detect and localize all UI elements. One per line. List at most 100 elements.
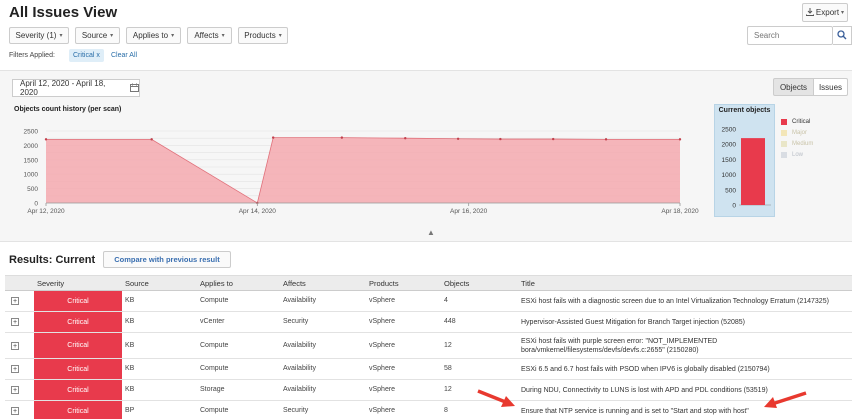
calendar-icon xyxy=(130,83,139,94)
legend-item[interactable]: Medium xyxy=(781,139,813,148)
x-tick-label: Apr 14, 2020 xyxy=(239,208,277,215)
data-point xyxy=(44,138,48,141)
cell-title[interactable]: ESXi host fails with purple screen error… xyxy=(521,337,717,355)
data-point xyxy=(404,137,407,140)
cell-source: KB xyxy=(125,297,135,304)
severity-filter-label: Severity (1) xyxy=(15,31,57,40)
cell-applies: Storage xyxy=(200,386,225,393)
cell-applies: Compute xyxy=(200,342,229,349)
cell-applies: Compute xyxy=(200,407,229,414)
title-line: ESXi host fails with purple screen error… xyxy=(521,338,718,345)
table-row[interactable]: + Critical KB Compute Availability vSphere 4 ES… xyxy=(5,291,852,312)
applies-to-filter-button[interactable]: Applies to ▾ xyxy=(126,27,181,44)
severity-filter-button[interactable]: Severity (1) ▾ xyxy=(9,27,69,44)
page-title: All Issues View xyxy=(9,4,118,21)
close-icon[interactable]: x xyxy=(96,52,100,59)
expand-row-icon[interactable]: + xyxy=(11,365,19,373)
cell-objects: 12 xyxy=(444,386,452,393)
cell-applies: vCenter xyxy=(200,318,225,325)
table-header: Severity Source Applies to Affects Produ… xyxy=(5,275,852,291)
date-range-value: April 12, 2020 - April 18, 2020 xyxy=(20,79,106,97)
expand-row-icon[interactable]: + xyxy=(11,407,19,415)
column-header-applies-to[interactable]: Applies to xyxy=(200,279,233,288)
chevron-up-icon[interactable]: ▲ xyxy=(427,228,435,237)
column-header-severity[interactable]: Severity xyxy=(37,279,64,288)
table-row[interactable]: + Critical BP Compute Security vSphere 8 Ensure… xyxy=(5,401,852,419)
current-objects-chart: 0 500 1000 1500 2000 2500 xyxy=(722,127,771,210)
y-tick-label: 0 xyxy=(34,201,38,208)
products-filter-label: Products xyxy=(244,31,276,40)
affects-filter-button[interactable]: Affects ▾ xyxy=(187,27,232,44)
y-tick-label: 2500 xyxy=(24,129,39,136)
y-tick-label: 0 xyxy=(732,203,736,210)
issues-toggle-button[interactable]: Issues xyxy=(814,78,848,96)
history-chart: 0 500 1000 1500 2000 2500 Apr 12, 2020 Apr 14, … xyxy=(24,129,699,216)
y-tick-label: 2500 xyxy=(722,127,737,134)
cell-products: vSphere xyxy=(369,365,396,372)
table-row[interactable]: + Critical KB vCenter Security vSphere 448 Hype… xyxy=(5,312,852,333)
search-icon xyxy=(837,29,847,42)
export-label: Export xyxy=(815,8,840,17)
column-header-objects[interactable]: Objects xyxy=(444,279,469,288)
cell-affects: Availability xyxy=(283,365,316,372)
legend-swatch xyxy=(781,151,787,158)
legend-item[interactable]: Major xyxy=(781,128,813,137)
legend-item[interactable]: Low xyxy=(781,150,813,159)
legend-label: Low xyxy=(792,151,804,158)
title-line: bora/vmkernel/filesystems/devfs/devfs.c:… xyxy=(521,347,699,354)
severity-badge: Critical xyxy=(34,333,122,358)
column-header-products[interactable]: Products xyxy=(369,279,399,288)
data-point xyxy=(456,137,460,140)
expand-row-icon[interactable]: + xyxy=(11,318,19,326)
date-range-picker[interactable]: April 12, 2020 - April 18, 2020 xyxy=(12,79,140,97)
cell-title[interactable]: During NDU, Connectivity to LUNS is lost… xyxy=(521,386,768,395)
legend-swatch xyxy=(781,140,787,147)
cell-affects: Security xyxy=(283,318,309,325)
products-filter-button[interactable]: Products ▾ xyxy=(238,27,288,44)
data-point xyxy=(552,137,555,141)
x-tick-label: Apr 12, 2020 xyxy=(27,208,65,215)
cell-objects: 12 xyxy=(444,342,452,349)
cell-products: vSphere xyxy=(369,318,396,325)
expand-row-icon[interactable]: + xyxy=(11,386,19,394)
cell-products: vSphere xyxy=(369,407,396,414)
y-tick-label: 500 xyxy=(725,187,736,194)
clear-all-link[interactable]: Clear All xyxy=(111,52,137,59)
source-filter-button[interactable]: Source ▾ xyxy=(75,27,120,44)
title-line: ESXi host fails with a diagnostic screen… xyxy=(521,298,829,305)
title-line: Hypervisor-Assisted Guest Mitigation for… xyxy=(521,319,745,326)
compare-previous-button[interactable]: Compare with previous result xyxy=(103,251,231,268)
data-point xyxy=(499,137,502,141)
critical-filter-chip[interactable]: Critical x xyxy=(69,49,104,62)
column-header-affects[interactable]: Affects xyxy=(283,279,306,288)
cell-title[interactable]: Hypervisor-Assisted Guest Mitigation for… xyxy=(521,318,745,327)
affects-filter-label: Affects xyxy=(194,31,219,40)
expand-row-icon[interactable]: + xyxy=(11,342,19,350)
source-filter-label: Source xyxy=(81,31,108,40)
expand-row-icon[interactable]: + xyxy=(11,297,19,305)
table-row[interactable]: + Critical KB Storage Availability vSphere 12 D… xyxy=(5,380,852,401)
column-header-source[interactable]: Source xyxy=(125,279,149,288)
objects-toggle-button[interactable]: Objects xyxy=(773,78,814,96)
cell-title[interactable]: ESXi 6.5 and 6.7 host fails with PSOD wh… xyxy=(521,365,770,374)
legend-swatch xyxy=(781,129,787,136)
y-tick-label: 1500 xyxy=(722,157,737,164)
cell-title[interactable]: Ensure that NTP service is running and i… xyxy=(521,407,749,416)
cell-objects: 58 xyxy=(444,365,452,372)
export-button[interactable]: Export ▾ xyxy=(802,3,848,22)
bar-critical xyxy=(741,138,765,205)
search-button[interactable] xyxy=(833,26,852,45)
legend-item[interactable]: Critical xyxy=(781,117,813,126)
table-row[interactable]: + Critical KB Compute Availability vSphere 58 E… xyxy=(5,359,852,380)
cell-affects: Availability xyxy=(283,386,316,393)
y-tick-label: 500 xyxy=(27,186,38,193)
x-tick-label: Apr 16, 2020 xyxy=(450,208,488,215)
table-row[interactable]: + Critical KB Compute Availability vSphere 12 E… xyxy=(5,333,852,359)
search-input[interactable] xyxy=(747,26,833,45)
chevron-down-icon: ▾ xyxy=(278,33,282,39)
results-title: Results: Current xyxy=(9,254,96,266)
legend-swatch xyxy=(781,118,787,125)
results-table: Severity Source Applies to Affects Produ… xyxy=(5,275,852,419)
column-header-title[interactable]: Title xyxy=(521,279,535,288)
cell-title[interactable]: ESXi host fails with a diagnostic screen… xyxy=(521,297,829,306)
